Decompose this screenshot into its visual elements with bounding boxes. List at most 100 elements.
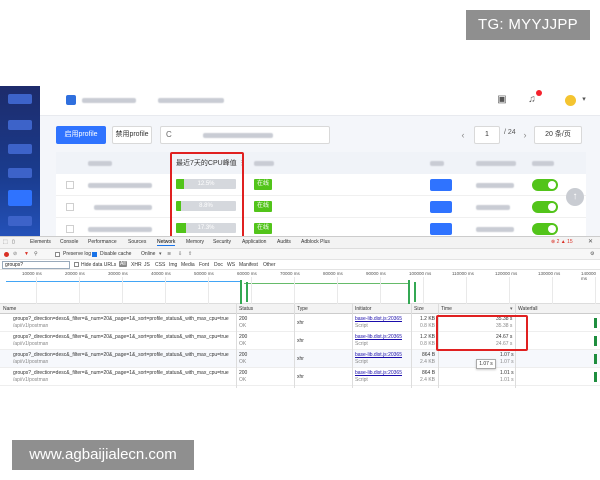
sidebar-item[interactable] [8,120,32,130]
profile-toggle[interactable] [532,223,558,235]
table-row[interactable]: groups?_direction=desc&_filter=&_num=20&… [0,350,600,368]
table-row[interactable]: 12.5% 在线 [56,174,586,196]
inspect-icon[interactable]: ⬚ [3,239,8,245]
chevron-left-icon[interactable]: ‹ [456,126,470,144]
filter-js[interactable]: JS [144,262,150,268]
export-icon[interactable]: ⇧ [188,251,192,257]
column-status[interactable]: Status [239,306,253,312]
sidebar-item[interactable] [8,168,32,178]
network-overview-timeline[interactable]: 10000 ms 20000 ms 30000 ms 40000 ms 50000 ms… [0,270,600,304]
timeline-request-line [6,281,240,282]
tab-adblock-plus[interactable]: Adblock Plus [301,239,330,245]
filter-other[interactable]: Other [263,262,276,268]
avatar[interactable] [565,95,576,106]
tab-network[interactable]: Network [157,239,176,246]
request-initiator[interactable]: base-lib.dist.js:20365 [355,334,402,340]
row-checkbox[interactable] [66,181,74,189]
chevron-down-icon[interactable]: ▾ [159,251,162,257]
scroll-to-top-icon[interactable]: ↑ [566,188,584,206]
filter-ws[interactable]: WS [227,262,235,268]
tab-memory[interactable]: Memory [186,239,204,245]
filter-css[interactable]: CSS [155,262,165,268]
filter-all[interactable]: All [119,261,127,267]
sidebar-item-active[interactable] [8,190,32,206]
waterfall-bar [594,336,597,346]
filter-icon[interactable]: ▼ [24,251,29,257]
page-size-select[interactable]: 20 条/页 [534,126,582,144]
filter-img[interactable]: Img [169,262,177,268]
request-name[interactable]: groups?_direction=desc&_filter=&_num=20&… [13,370,229,376]
settings-icon[interactable]: ⚙ [590,251,594,257]
filter-manifest[interactable]: Manifest [239,262,258,268]
column-waterfall[interactable]: Waterfall [518,306,538,312]
clear-icon[interactable]: ⊘ [13,251,17,257]
tab-application[interactable]: Application [242,239,266,245]
error-warning-counter[interactable]: ⊗ 2 ▲ 15 [551,239,573,245]
throttle-select[interactable]: Online [141,251,155,257]
request-status: 200 [239,316,248,322]
filter-xhr[interactable]: XHR [131,262,142,268]
request-name[interactable]: groups?_direction=desc&_filter=&_num=20&… [13,316,229,322]
timeline-tick: 20000 ms [65,271,85,276]
request-path: /api/v1/postman [13,359,49,365]
sidebar-item[interactable] [8,216,32,226]
column-divider[interactable] [236,304,237,388]
timeline-gridline [337,277,338,304]
profile-toggle[interactable] [532,179,558,191]
request-initiator[interactable]: base-lib.dist.js:20365 [355,370,402,376]
request-name[interactable]: groups?_direction=desc&_filter=&_num=20&… [13,352,229,358]
column-name[interactable]: Name [3,306,16,312]
column-divider[interactable] [411,304,412,388]
import-icon[interactable]: ⇩ [178,251,182,257]
column-divider[interactable] [352,304,353,388]
tab-security[interactable]: Security [213,239,231,245]
timeline-tick: 70000 ms [280,271,300,276]
table-row[interactable]: groups?_direction=desc&_filter=&_num=20&… [0,368,600,386]
column-size[interactable]: Size [414,306,424,312]
request-initiator[interactable]: base-lib.dist.js:20365 [355,352,402,358]
column-time[interactable]: Time [441,306,452,312]
table-row[interactable]: 17.3% 在线 [56,218,586,236]
hide-data-urls-checkbox[interactable] [74,262,79,267]
chevron-right-icon[interactable]: › [518,126,532,144]
tab-elements[interactable]: Elements [30,239,51,245]
tab-performance[interactable]: Performance [88,239,117,245]
devtools-tab-bar: ⬚ ▯ Elements Console Performance Sources… [0,237,600,249]
request-initiator[interactable]: base-lib.dist.js:20365 [355,316,402,322]
request-name[interactable]: groups?_direction=desc&_filter=&_num=20&… [13,334,229,340]
preserve-log-checkbox[interactable] [55,252,60,257]
chevron-down-icon[interactable]: ▾ [578,94,590,106]
table-row[interactable]: 8.8% 在线 [56,196,586,218]
column-divider[interactable] [294,304,295,388]
search-input[interactable]: C [160,126,330,144]
action-button[interactable] [430,223,452,235]
filter-font[interactable]: Font [199,262,209,268]
filter-doc[interactable]: Doc [214,262,223,268]
bell-icon[interactable]: ♫ [526,94,538,106]
disable-profile-button[interactable]: 禁用profile [112,126,152,144]
filter-input[interactable]: groups? [2,261,70,269]
disable-cache-checkbox[interactable] [92,252,97,257]
enable-profile-button[interactable]: 启用profile [56,126,106,144]
search-icon[interactable]: ⚲ [34,251,38,257]
device-toggle-icon[interactable]: ▯ [12,239,15,245]
filter-media[interactable]: Media [181,262,195,268]
tab-audits[interactable]: Audits [277,239,291,245]
app-logo-icon [66,95,76,105]
calendar-icon[interactable]: ▣ [496,94,508,106]
profile-toggle[interactable] [532,201,558,213]
column-type[interactable]: Type [297,306,308,312]
column-initiator[interactable]: Initiator [355,306,371,312]
request-time: 1.07 s [500,352,514,358]
tab-sources[interactable]: Sources [128,239,146,245]
action-button[interactable] [430,201,452,213]
row-checkbox[interactable] [66,203,74,211]
close-icon[interactable]: ✕ [588,238,593,245]
sidebar-item[interactable] [8,144,32,154]
action-button[interactable] [430,179,452,191]
wifi-icon[interactable]: ≋ [167,251,171,257]
row-checkbox[interactable] [66,225,74,233]
page-number-input[interactable]: 1 [474,126,500,144]
record-icon[interactable] [4,252,9,257]
tab-console[interactable]: Console [60,239,78,245]
